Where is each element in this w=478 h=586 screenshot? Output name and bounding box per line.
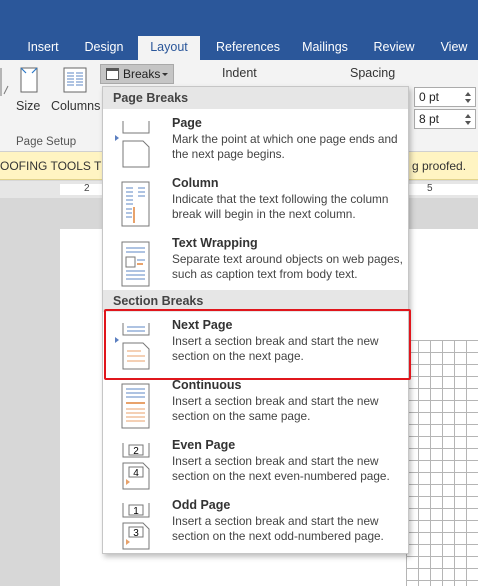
breaks-label: Breaks xyxy=(123,67,161,81)
spin-down-icon[interactable] xyxy=(465,99,471,103)
odd-page-icon: 1 3 xyxy=(115,501,155,551)
ruler-number: 5 xyxy=(427,183,433,194)
menu-item-description: Indicate that the text following the col… xyxy=(172,192,389,221)
menu-item-continuous[interactable]: Continuous Insert a section break and st… xyxy=(103,377,408,435)
menu-item-description: Insert a section break and start the new… xyxy=(172,514,384,543)
even-page-icon: 2 4 xyxy=(115,441,155,491)
spacing-after-value: 8 pt xyxy=(419,112,440,126)
menu-item-text-wrapping-break[interactable]: Text Wrapping Separate text around objec… xyxy=(103,235,408,293)
menu-item-description: Insert a section break and start the new… xyxy=(172,394,379,423)
menu-item-title: Text Wrapping xyxy=(172,236,258,250)
orientation-icon[interactable] xyxy=(0,66,10,100)
tab-references[interactable]: References xyxy=(206,36,290,60)
continuous-icon xyxy=(115,381,155,431)
even-icon-digit-bottom: 4 xyxy=(133,468,139,479)
indent-label: Indent xyxy=(222,66,257,80)
column-break-icon xyxy=(115,179,155,229)
menu-item-page-break[interactable]: Page Mark the point at which one page en… xyxy=(103,115,408,173)
ribbon-tab-bar: Insert Design Layout References Mailings… xyxy=(0,36,478,60)
ruler-number: 2 xyxy=(84,183,90,194)
spin-up-icon[interactable] xyxy=(465,92,471,96)
spin-up-icon[interactable] xyxy=(465,114,471,118)
menu-item-description: Separate text around objects on web page… xyxy=(172,252,403,281)
tab-review[interactable]: Review xyxy=(364,36,424,60)
tab-insert[interactable]: Insert xyxy=(18,36,68,60)
tab-mailings[interactable]: Mailings xyxy=(294,36,356,60)
proofing-text-right: g proofed. xyxy=(412,159,467,173)
text-wrapping-icon xyxy=(115,239,155,289)
menu-item-title: Page xyxy=(172,116,202,130)
menu-item-title: Even Page xyxy=(172,438,236,452)
menu-item-description: Mark the point at which one page ends an… xyxy=(172,132,398,161)
columns-button[interactable]: Columns xyxy=(51,99,100,113)
menu-item-even-page[interactable]: 2 4 Even Page Insert a section break and… xyxy=(103,437,408,495)
menu-item-column-break[interactable]: Column Indicate that the text following … xyxy=(103,175,408,233)
highlight-box xyxy=(104,309,411,380)
spacing-label: Spacing xyxy=(350,66,396,80)
spacing-before-input[interactable]: 0 pt xyxy=(414,87,476,107)
page-setup-group-label: Page Setup xyxy=(16,136,77,148)
page-break-icon xyxy=(115,119,155,169)
page-breaks-header: Page Breaks xyxy=(103,87,408,109)
spacing-after-input[interactable]: 8 pt xyxy=(414,109,476,129)
odd-icon-digit-top: 1 xyxy=(133,506,139,517)
menu-item-title: Column xyxy=(172,176,219,190)
menu-item-title: Odd Page xyxy=(172,498,231,512)
odd-icon-digit-bottom: 3 xyxy=(133,528,139,539)
menu-item-title: Continuous xyxy=(172,378,242,392)
menu-item-description: Insert a section break and start the new… xyxy=(172,454,390,483)
tab-layout[interactable]: Layout xyxy=(138,36,200,60)
size-button[interactable]: Size xyxy=(16,99,40,113)
title-bar xyxy=(0,0,478,36)
tab-view[interactable]: View xyxy=(432,36,476,60)
tab-design[interactable]: Design xyxy=(76,36,132,60)
chevron-down-icon xyxy=(162,73,168,76)
columns-icon[interactable] xyxy=(62,66,88,94)
even-icon-digit-top: 2 xyxy=(133,446,139,457)
breaks-button[interactable]: Breaks xyxy=(100,64,174,84)
size-icon[interactable] xyxy=(18,66,40,94)
menu-item-odd-page[interactable]: 1 3 Odd Page Insert a section break and … xyxy=(103,497,408,555)
proofing-text-left: OOFING TOOLS TH xyxy=(0,159,111,173)
gridlines xyxy=(406,340,478,586)
spin-down-icon[interactable] xyxy=(465,121,471,125)
spacing-before-value: 0 pt xyxy=(419,90,440,104)
breaks-icon xyxy=(106,68,119,80)
